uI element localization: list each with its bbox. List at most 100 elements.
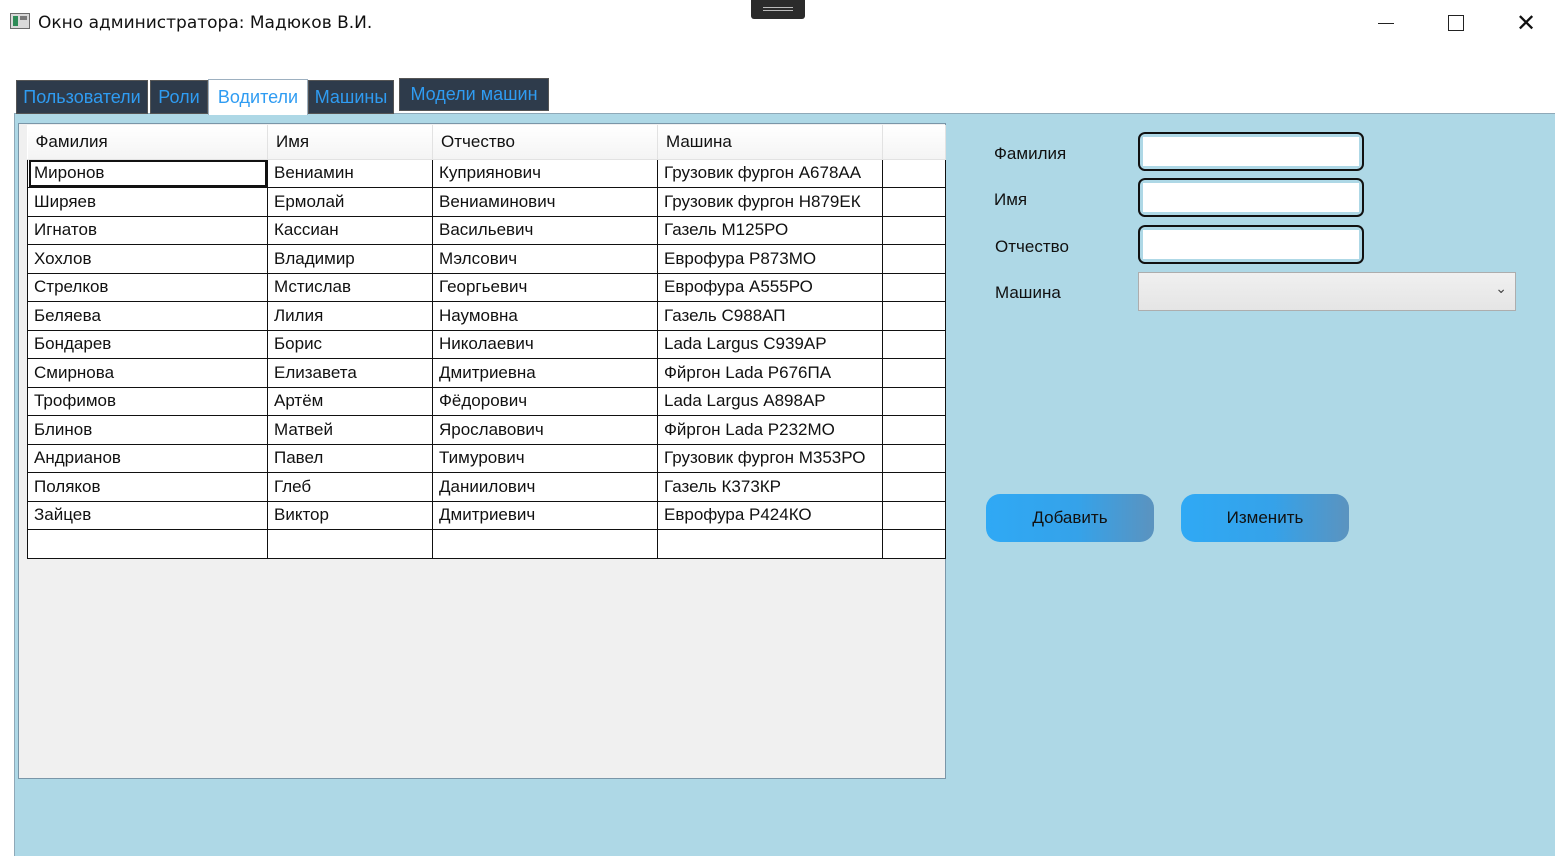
table-cell[interactable]: Павел [267,443,433,473]
column-header-first-name[interactable]: Имя [267,125,433,160]
table-row[interactable]: Ширяев Ермолай Вениаминович Грузовик фургон… [27,187,946,217]
table-cell[interactable]: Игнатов [27,215,268,245]
tab-drivers[interactable]: Водители [208,79,308,115]
edit-button[interactable]: Изменить [1181,494,1349,542]
table-row[interactable]: Бондарев Борис Николаевич Lada Largus С939А… [27,329,946,359]
app-icon [10,13,30,29]
table-cell[interactable]: Мэлсович [432,244,658,274]
table-cell[interactable]: Глеб [267,472,433,502]
add-button[interactable]: Добавить [986,494,1154,542]
table-cell[interactable]: Наумовна [432,301,658,331]
table-cell[interactable]: Еврофура Р424КО [657,500,883,530]
table-cell[interactable]: Хохлов [27,244,268,274]
table-cell[interactable]: Зайцев [27,500,268,530]
maximize-button[interactable] [1433,8,1479,38]
table-cell[interactable]: Ермолай [267,187,433,217]
table-cell[interactable]: Газель С988АП [657,301,883,331]
table-cell[interactable]: Еврофура А555РО [657,272,883,302]
table-cell[interactable]: Дмитриевич [432,500,658,530]
tab-cars[interactable]: Машины [308,80,394,114]
table-cell[interactable]: Владимир [267,244,433,274]
table-cell[interactable]: Дмитриевна [432,358,658,388]
table-cell[interactable]: Даниилович [432,472,658,502]
table-cell[interactable]: Артём [267,386,433,416]
table-cell[interactable]: Вениамин [267,158,433,188]
table-cell[interactable]: Газель К373КР [657,472,883,502]
table-row[interactable]: Трофимов Артём Фёдорович Lada Largus А898АР [27,386,946,416]
table-cell[interactable]: Lada Largus А898АР [657,386,883,416]
table-cell[interactable]: Георгьевич [432,272,658,302]
patronymic-label: Отчество [995,237,1069,256]
table-cell[interactable]: Lada Largus С939АР [657,329,883,359]
minimize-button[interactable] [1363,8,1409,38]
new-row-cell[interactable] [657,529,883,559]
table-cell-filler [882,443,946,473]
table-cell[interactable]: Стрелков [27,272,268,302]
table-row[interactable]: Поляков Глеб Даниилович Газель К373КР [27,472,946,502]
table-cell[interactable]: Елизавета [267,358,433,388]
last-name-input[interactable] [1143,137,1359,166]
table-row[interactable]: Блинов Матвей Ярославович Фйргон Lada Р232М… [27,415,946,445]
table-cell-filler [882,472,946,502]
table-cell[interactable]: Фёдорович [432,386,658,416]
table-cell[interactable]: Смирнова [27,358,268,388]
table-cell[interactable]: Васильевич [432,215,658,245]
new-row-cell[interactable] [267,529,433,559]
chevron-down-icon: ⌄ [1495,281,1507,297]
new-row-cell[interactable] [27,529,268,559]
patronymic-input[interactable] [1143,230,1359,259]
table-cell[interactable]: Мстислав [267,272,433,302]
table-cell[interactable]: Матвей [267,415,433,445]
new-row-cell[interactable] [432,529,658,559]
table-row[interactable]: Миронов Вениамин Куприянович Грузовик фурго… [27,158,946,188]
drag-handle[interactable] [751,0,805,19]
close-button[interactable]: ✕ [1503,8,1549,38]
table-cell[interactable]: Бондарев [27,329,268,359]
table-cell[interactable]: Грузовик фургон М353РО [657,443,883,473]
first-name-label: Имя [994,190,1028,209]
column-header-patronymic[interactable]: Отчество [432,125,658,160]
column-header-last-name[interactable]: Фамилия [27,125,268,160]
tab-users[interactable]: Пользователи [16,80,148,114]
table-cell[interactable]: Виктор [267,500,433,530]
tab-car-models[interactable]: Модели машин [399,78,549,111]
patronymic-field [1138,225,1364,264]
last-name-label: Фамилия [994,144,1067,163]
table-cell[interactable]: Трофимов [27,386,268,416]
drivers-grid[interactable]: Фамилия Имя Отчество Машина Миронов Вениа… [27,125,946,559]
table-row[interactable]: Андрианов Павел Тимурович Грузовик фургон М… [27,443,946,473]
table-row[interactable]: Хохлов Владимир Мэлсович Еврофура Р873МО [27,244,946,274]
table-cell[interactable]: Фйргон Lada Р232МО [657,415,883,445]
table-cell[interactable]: Ширяев [27,187,268,217]
table-cell[interactable]: Тимурович [432,443,658,473]
table-cell[interactable]: Куприянович [432,158,658,188]
table-cell[interactable]: Грузовик фургон Н879ЕК [657,187,883,217]
maximize-icon [1448,15,1464,31]
table-row[interactable]: Зайцев Виктор Дмитриевич Еврофура Р424КО [27,500,946,530]
table-cell[interactable]: Николаевич [432,329,658,359]
new-row[interactable] [27,529,946,559]
table-cell[interactable]: Андрианов [27,443,268,473]
table-row[interactable]: Стрелков Мстислав Георгьевич Еврофура А555Р… [27,272,946,302]
table-cell[interactable]: Фйргон Lada Р676ПА [657,358,883,388]
table-row[interactable]: Игнатов Кассиан Васильевич Газель М125РО [27,215,946,245]
table-cell[interactable]: Лилия [267,301,433,331]
table-cell[interactable]: Борис [267,329,433,359]
table-cell[interactable]: Еврофура Р873МО [657,244,883,274]
table-cell-filler [882,301,946,331]
table-cell[interactable]: Ярославович [432,415,658,445]
first-name-input[interactable] [1143,183,1359,212]
table-cell[interactable]: Вениаминович [432,187,658,217]
tab-roles[interactable]: Роли [150,80,208,114]
table-cell[interactable]: Миронов [27,158,268,188]
table-cell[interactable]: Грузовик фургон А678АА [657,158,883,188]
column-header-car[interactable]: Машина [657,125,883,160]
table-cell[interactable]: Газель М125РО [657,215,883,245]
table-cell[interactable]: Кассиан [267,215,433,245]
table-row[interactable]: Беляева Лилия Наумовна Газель С988АП [27,301,946,331]
table-row[interactable]: Смирнова Елизавета Дмитриевна Фйргон Lada Р… [27,358,946,388]
table-cell[interactable]: Беляева [27,301,268,331]
car-select[interactable]: ⌄ [1138,272,1516,311]
table-cell[interactable]: Блинов [27,415,268,445]
table-cell[interactable]: Поляков [27,472,268,502]
